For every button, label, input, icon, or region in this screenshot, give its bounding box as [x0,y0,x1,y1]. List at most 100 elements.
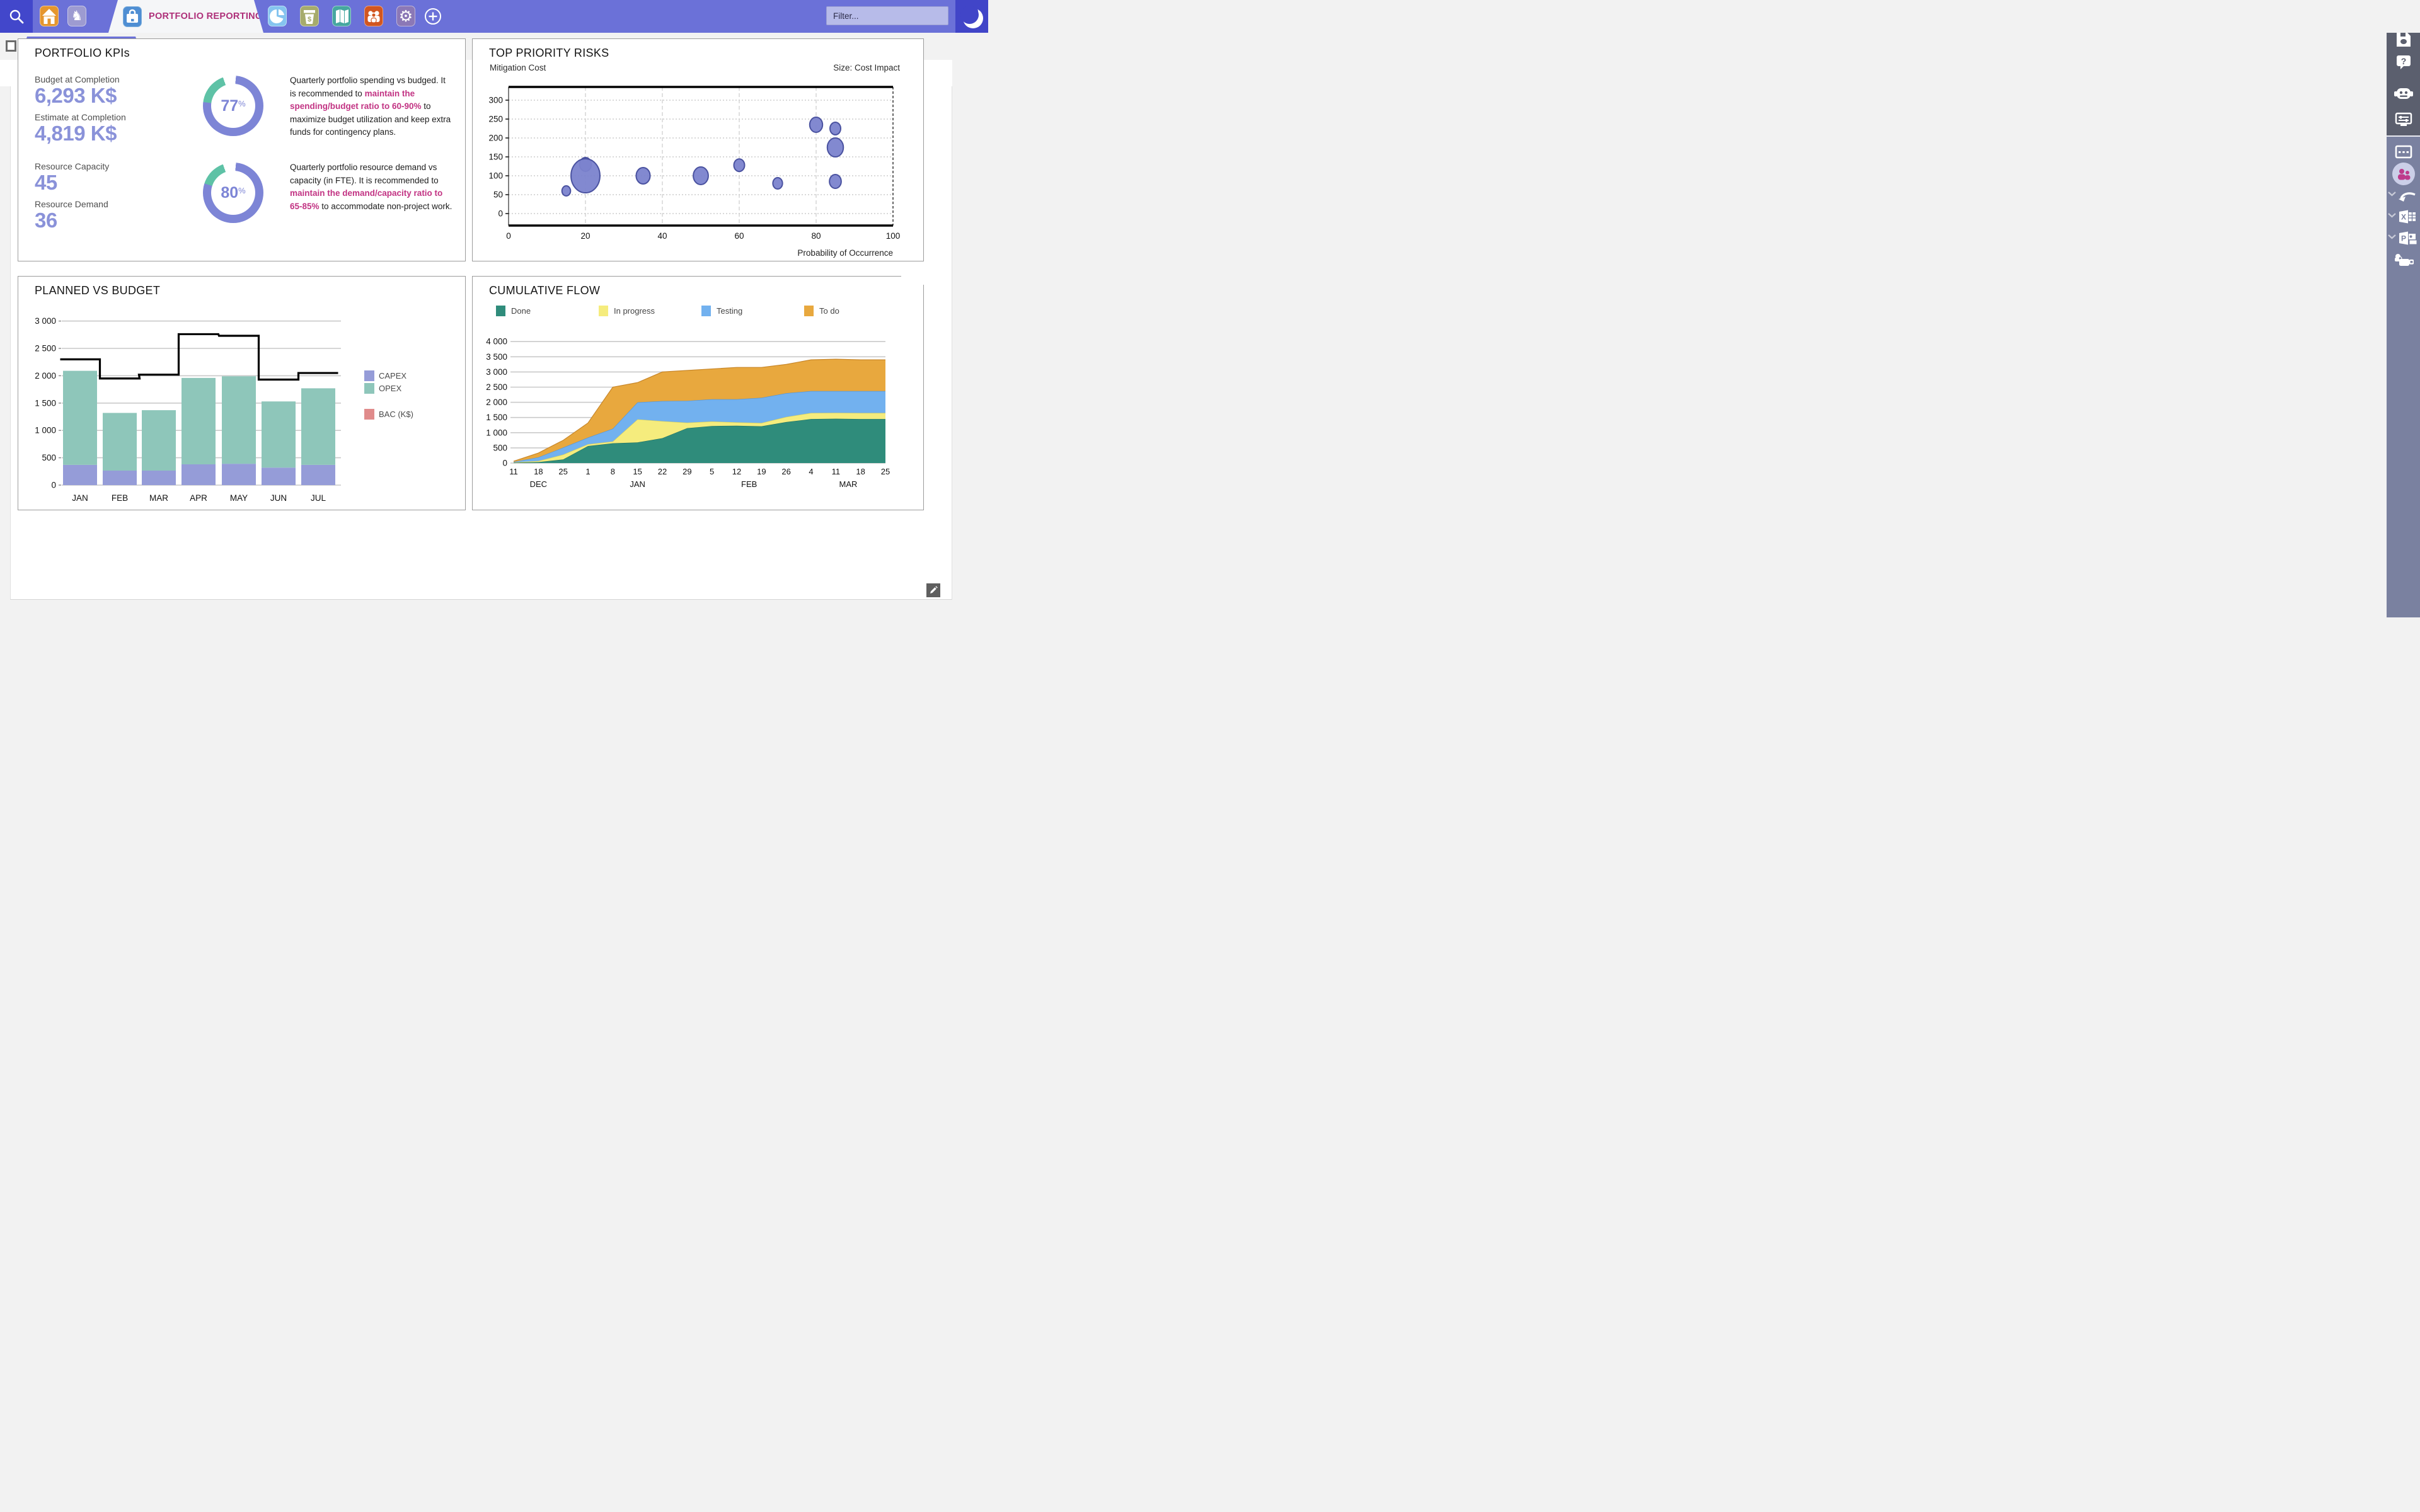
add-tab-button[interactable] [424,8,442,25]
svg-text:2 500: 2 500 [486,382,507,392]
svg-text:0: 0 [502,459,507,468]
svg-text:MAY: MAY [230,493,248,503]
svg-text:0: 0 [498,209,503,219]
svg-text:$: $ [308,16,311,23]
svg-text:12: 12 [732,467,741,476]
panel-top-priority-risks: TOP PRIORITY RISKS Mitigation Cost Size:… [472,38,924,261]
display-settings-button[interactable] [2387,109,2420,130]
svg-text:3 000: 3 000 [486,367,507,377]
save-button[interactable] [2387,29,2420,50]
svg-text:300: 300 [488,96,503,105]
svg-text:JAN: JAN [630,479,645,489]
kpi-value: 45 [35,171,176,194]
legend-item-in-progress: In progress [599,306,701,316]
question-bubble-icon: ? [2395,54,2412,71]
tab-portfolio-reporting[interactable]: PORTFOLIO REPORTING [108,0,263,33]
export-powerpoint-button[interactable]: P [2390,227,2420,249]
svg-text:1 500: 1 500 [486,413,507,422]
svg-text:1 500: 1 500 [35,398,56,408]
settings-button[interactable]: ⚙ [396,6,415,26]
kpi-row-resources: Resource Capacity 45 Resource Demand 36 … [18,160,465,236]
svg-text:DEC: DEC [530,479,547,489]
coffee-cup-icon [2394,253,2414,268]
top-toolbar: ♞ PORTFOLIO REPORTING $ ⚙ [0,0,988,33]
help-button[interactable]: ? [2387,52,2420,73]
svg-text:50: 50 [493,190,503,200]
people-view-button[interactable] [2387,163,2420,185]
kpi-label: Estimate at Completion [35,112,176,122]
team-icon [366,8,382,25]
svg-text:22: 22 [658,467,667,476]
svg-text:4 000: 4 000 [486,337,507,346]
svg-text:25: 25 [881,467,890,476]
panel-title: PORTFOLIO KPIs [35,47,130,60]
roadmap-button[interactable] [332,6,351,26]
briefcase-icon [123,6,142,27]
excel-icon: X [2398,209,2417,224]
edit-dashboard-button[interactable] [926,583,940,597]
svg-text:100: 100 [886,231,901,241]
right-sidebar: ? X P [2387,33,2420,617]
svg-text:?: ? [2400,56,2406,66]
kpi-value: 6,293 K$ [35,84,176,107]
svg-text:25: 25 [558,467,567,476]
budget-button[interactable]: $ [300,6,319,26]
people-icon [2392,163,2415,185]
export-excel-button[interactable]: X [2390,206,2420,227]
svg-text:3 500: 3 500 [486,352,507,362]
svg-text:26: 26 [781,467,790,476]
panel-cumulative-flow: CUMULATIVE FLOW Done In progress Testing… [472,276,924,510]
app-logo[interactable] [955,0,988,33]
layout-toggle-icon[interactable] [6,40,16,52]
svg-text:40: 40 [657,231,667,241]
svg-text:200: 200 [488,134,503,143]
svg-text:APR: APR [190,493,207,503]
svg-text:1 000: 1 000 [35,426,56,435]
strategy-button[interactable]: ♞ [67,6,86,26]
floppy-disk-icon [2395,32,2412,48]
svg-text:CAPEX: CAPEX [379,371,406,381]
legend-item-done: Done [496,306,599,316]
sidebar-divider [2387,135,2420,137]
kpi-label: Resource Capacity [35,161,176,171]
cumulative-flow-chart: 05001 0001 5002 0002 5003 0003 5004 0001… [473,331,925,508]
risk-bubble-chart: 050100150200250300020406080100Probabilit… [473,77,925,261]
svg-text:11: 11 [509,467,518,476]
money-bucket-icon: $ [302,8,317,25]
assistant-button[interactable] [2387,83,2420,105]
panel-title: PLANNED VS BUDGET [35,284,160,297]
svg-text:JUN: JUN [270,493,287,503]
svg-text:FEB: FEB [112,493,128,503]
planned-vs-budget-chart: 05001 0001 5002 0002 5003 000JANFEBMARAP… [18,298,466,510]
filter-input[interactable] [826,6,948,25]
coffee-break-button[interactable] [2387,249,2420,271]
kpi-label: Resource Demand [35,199,176,209]
svg-text:2 000: 2 000 [486,398,507,407]
svg-text:MAR: MAR [839,479,858,489]
svg-text:4: 4 [809,467,813,476]
legend-item-testing: Testing [701,306,804,316]
budget-ratio-donut: 77% [203,76,263,136]
kpi-description: Quarterly portfolio spending vs budged. … [290,73,456,149]
svg-text:OPEX: OPEX [379,384,401,393]
svg-text:3 000: 3 000 [35,316,56,326]
panel-planned-vs-budget: PLANNED VS BUDGET 05001 0001 5002 0002 5… [18,276,466,510]
kpi-value: 36 [35,209,176,232]
svg-text:8: 8 [611,467,615,476]
svg-text:11: 11 [832,467,841,476]
calendar-button[interactable] [2387,141,2420,163]
search-button[interactable] [0,0,33,33]
svg-text:500: 500 [493,443,507,452]
search-icon [8,8,25,25]
reports-button[interactable] [268,6,287,26]
svg-text:60: 60 [734,231,744,241]
undo-button[interactable] [2390,185,2420,206]
svg-text:BAC (K$): BAC (K$) [379,410,413,419]
plus-circle-icon [424,8,442,25]
svg-text:MAR: MAR [149,493,168,503]
resources-button[interactable] [364,6,383,26]
svg-text:500: 500 [42,453,56,462]
home-button[interactable] [40,6,59,26]
y-axis-label: Mitigation Cost [490,63,546,72]
pencil-icon [929,586,938,595]
